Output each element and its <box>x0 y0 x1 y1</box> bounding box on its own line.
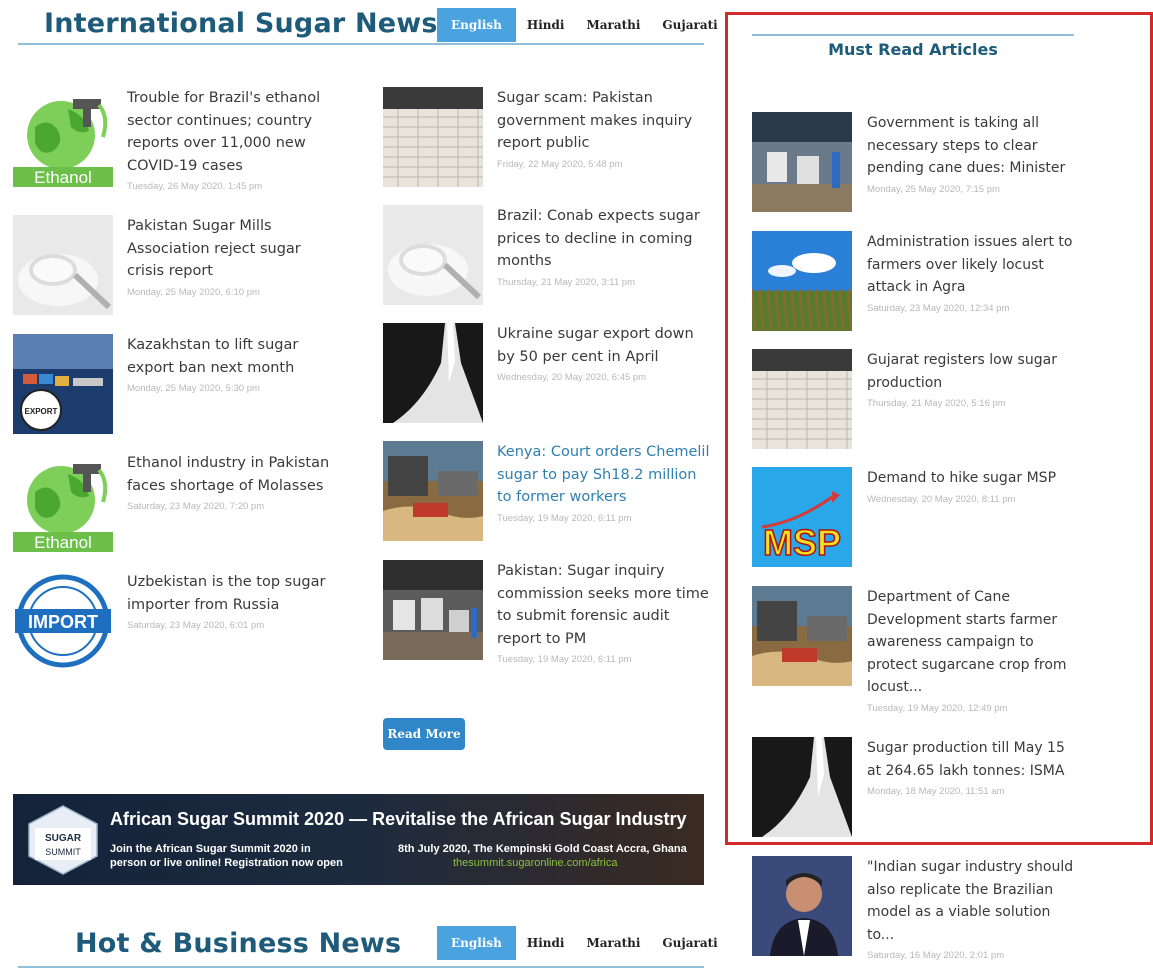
banner-text: person or live online! Registration now … <box>110 857 343 869</box>
article-date: Tuesday, 19 May 2020, 12:49 pm <box>867 702 1008 714</box>
article-title[interactable]: Sugar production till May 15 at 264.65 l… <box>867 737 1082 782</box>
factory-yard-thumbnail[interactable] <box>383 441 483 541</box>
article-date: Monday, 25 May 2020, 5:30 pm <box>127 383 260 394</box>
article-title[interactable]: Brazil: Conab expects sugar prices to de… <box>497 205 712 273</box>
list-item[interactable]: Pakistan: Sugar inquiry commission seeks… <box>383 560 713 665</box>
warehouse-people-thumbnail[interactable] <box>752 112 852 212</box>
svg-text:SUMMIT: SUMMIT <box>45 847 81 857</box>
list-item[interactable]: Ukraine sugar export down by 50 per cent… <box>383 323 713 423</box>
ethanol-thumbnail[interactable]: Ethanol <box>13 87 113 187</box>
article-date: Tuesday, 19 May 2020, 6:11 pm <box>497 512 632 524</box>
export-port-thumbnail[interactable]: EXPORT <box>13 334 113 434</box>
factory-yard-thumbnail[interactable] <box>752 586 852 686</box>
mill-interior-thumbnail[interactable] <box>383 560 483 660</box>
tab-english[interactable]: English <box>437 926 516 960</box>
ethanol-thumbnail[interactable]: Ethanol <box>13 452 113 552</box>
sugar-spoon-thumbnail[interactable] <box>13 215 113 315</box>
article-title[interactable]: Pakistan Sugar Mills Association reject … <box>127 215 342 283</box>
intl-language-tabs: English Hindi Marathi Gujarati <box>437 8 729 42</box>
article-date: Saturday, 23 May 2020, 7:20 pm <box>127 501 265 512</box>
list-item[interactable]: Ethanol Ethanol industry in Pakistan fac… <box>13 452 343 552</box>
article-date: Saturday, 23 May 2020, 12:34 pm <box>867 302 1010 314</box>
list-item[interactable]: EXPORT Kazakhstan to lift sugar export b… <box>13 334 343 434</box>
article-title[interactable]: Government is taking all necessary steps… <box>867 112 1082 180</box>
article-date: Thursday, 21 May 2020, 3:11 pm <box>497 276 636 288</box>
sidebar-title: Must Read Articles <box>828 40 998 59</box>
article-date: Wednesday, 20 May 2020, 8:11 pm <box>867 493 1016 505</box>
article-title[interactable]: Pakistan: Sugar inquiry commission seeks… <box>497 560 712 650</box>
import-stamp-thumbnail[interactable]: IMPORT <box>13 571 113 671</box>
tab-english[interactable]: English <box>437 8 516 42</box>
article-date: Saturday, 23 May 2020, 6:01 pm <box>127 620 265 631</box>
article-date: Monday, 18 May 2020, 11:51 am <box>867 786 1005 797</box>
list-item[interactable]: Brazil: Conab expects sugar prices to de… <box>383 205 713 305</box>
article-title[interactable]: Demand to hike sugar MSP <box>867 467 1082 490</box>
sugar-spoon-thumbnail[interactable] <box>383 205 483 305</box>
svg-text:Ethanol: Ethanol <box>34 533 92 552</box>
warehouse-thumbnail[interactable] <box>752 349 852 449</box>
article-title[interactable]: Uzbekistan is the top sugar importer fro… <box>127 571 342 616</box>
article-title[interactable]: Ukraine sugar export down by 50 per cent… <box>497 323 712 368</box>
african-sugar-summit-banner[interactable]: SUGAR SUMMIT African Sugar Summit 2020 —… <box>13 794 704 885</box>
warehouse-thumbnail[interactable] <box>383 87 483 187</box>
svg-text:MSP: MSP <box>763 522 841 563</box>
intl-section-title: International Sugar News <box>44 8 438 39</box>
article-date: Monday, 25 May 2020, 7:15 pm <box>867 183 1000 195</box>
msp-thumbnail[interactable]: MSP <box>752 467 852 567</box>
hot-language-tabs: English Hindi Marathi Gujarati <box>437 926 729 960</box>
article-date: Tuesday, 19 May 2020, 6:11 pm <box>497 654 632 665</box>
tab-hindi[interactable]: Hindi <box>516 926 576 960</box>
article-title[interactable]: Kazakhstan to lift sugar export ban next… <box>127 334 342 379</box>
tab-gujarati[interactable]: Gujarati <box>651 8 728 42</box>
svg-text:SUGAR: SUGAR <box>45 833 82 844</box>
cane-field-thumbnail[interactable] <box>752 231 852 331</box>
tab-hindi[interactable]: Hindi <box>516 8 576 42</box>
banner-text: Join the African Sugar Summit 2020 in <box>110 843 311 855</box>
sidebar-divider <box>752 34 1074 36</box>
article-date: Tuesday, 26 May 2020, 1:45 pm <box>127 181 263 192</box>
article-date: Wednesday, 20 May 2020, 6:45 pm <box>497 372 647 383</box>
article-date: Monday, 25 May 2020, 6:10 pm <box>127 286 260 298</box>
banner-headline: African Sugar Summit 2020 — Revitalise t… <box>110 809 687 829</box>
article-title[interactable]: Trouble for Brazil's ethanol sector cont… <box>127 87 342 177</box>
list-item[interactable]: Kenya: Court orders Chemelil sugar to pa… <box>383 441 713 541</box>
list-item[interactable]: Ethanol Trouble for Brazil's ethanol sec… <box>13 87 343 192</box>
banner-url[interactable]: thesummit.sugaronline.com/africa <box>453 857 617 869</box>
sugar-summit-logo: SUGAR SUMMIT <box>28 805 98 875</box>
tab-gujarati[interactable]: Gujarati <box>651 926 728 960</box>
article-title[interactable]: Gujarat registers low sugar production <box>867 349 1082 394</box>
article-title[interactable]: Administration issues alert to farmers o… <box>867 231 1082 299</box>
article-date: Saturday, 16 May 2020, 2:01 pm <box>867 950 1005 961</box>
hot-section-divider <box>18 966 704 968</box>
hot-section-title: Hot & Business News <box>75 928 402 959</box>
svg-text:IMPORT: IMPORT <box>28 612 98 632</box>
list-item[interactable]: Sugar scam: Pakistan government makes in… <box>383 87 713 187</box>
sugar-pour-thumbnail[interactable] <box>752 737 852 837</box>
list-item[interactable]: IMPORT Uzbekistan is the top sugar impor… <box>13 571 343 671</box>
list-item[interactable]: Pakistan Sugar Mills Association reject … <box>13 215 343 315</box>
tab-marathi[interactable]: Marathi <box>575 926 651 960</box>
portrait-thumbnail[interactable] <box>752 856 852 956</box>
article-title[interactable]: "Indian sugar industry should also repli… <box>867 856 1082 946</box>
tab-marathi[interactable]: Marathi <box>575 8 651 42</box>
banner-event-details: 8th July 2020, The Kempinski Gold Coast … <box>398 843 687 855</box>
article-title[interactable]: Department of Cane Development starts fa… <box>867 586 1082 699</box>
article-title[interactable]: Sugar scam: Pakistan government makes in… <box>497 87 712 155</box>
article-title-link[interactable]: Kenya: Court orders Chemelil sugar to pa… <box>497 441 712 509</box>
svg-text:Ethanol: Ethanol <box>34 168 92 187</box>
article-title[interactable]: Ethanol industry in Pakistan faces short… <box>127 452 342 497</box>
read-more-button[interactable]: Read More <box>383 718 465 750</box>
intl-section-divider <box>18 43 704 45</box>
sugar-pour-thumbnail[interactable] <box>383 323 483 423</box>
article-date: Friday, 22 May 2020, 5:48 pm <box>497 158 623 170</box>
svg-text:EXPORT: EXPORT <box>25 407 58 416</box>
article-date: Thursday, 21 May 2020, 5:16 pm <box>867 398 1006 409</box>
